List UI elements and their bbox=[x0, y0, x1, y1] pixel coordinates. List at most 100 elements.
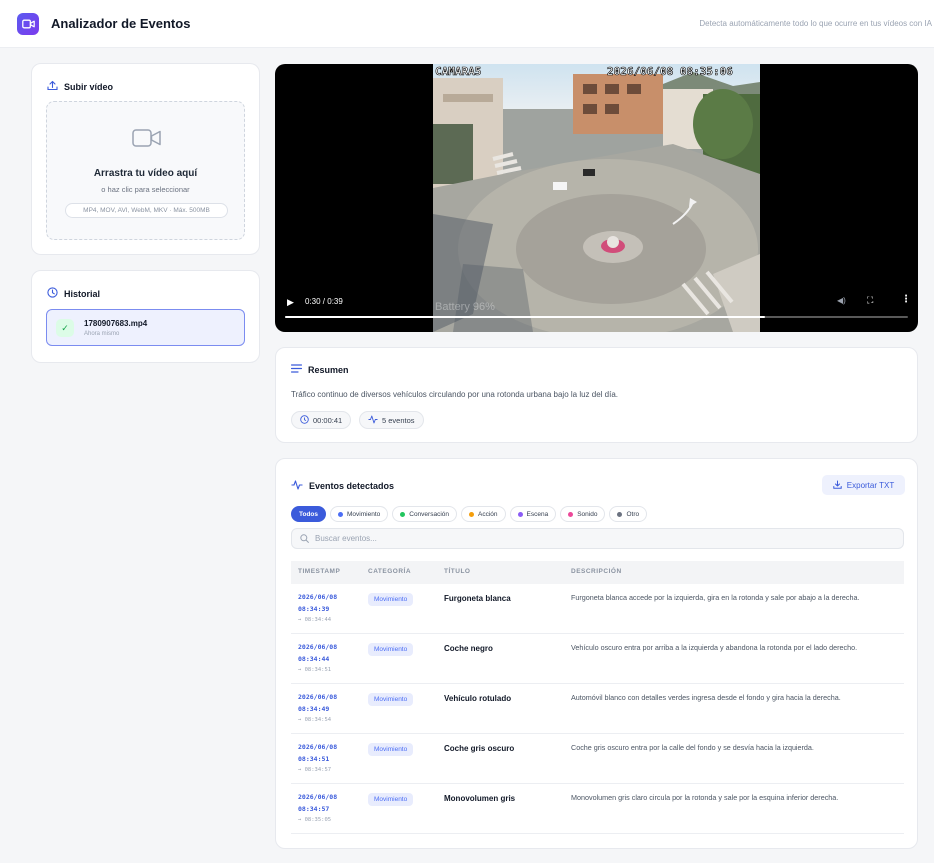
volume-icon[interactable]: ◀) bbox=[837, 296, 846, 305]
category-badge: Movimiento bbox=[368, 743, 414, 756]
table-header: TIMESTAMP CATEGORÍA TÍTULO DESCRIPCIÓN bbox=[291, 561, 904, 584]
event-date: 2026/06/08 bbox=[298, 793, 338, 801]
filter-chip[interactable]: Acción bbox=[461, 506, 506, 522]
col-description: DESCRIPCIÓN bbox=[571, 568, 622, 575]
category-badge: Movimiento bbox=[368, 793, 414, 806]
col-title: TÍTULO bbox=[444, 568, 471, 575]
filter-chip[interactable]: Conversación bbox=[392, 506, 457, 522]
video-dropzone[interactable]: Arrastra tu vídeo aquí o haz clic para s… bbox=[46, 101, 245, 240]
duration-value: 00:00:41 bbox=[313, 415, 343, 425]
history-item-time: Ahora mismo bbox=[84, 331, 120, 337]
category-dot-icon bbox=[568, 511, 574, 517]
check-icon: ✓ bbox=[56, 319, 74, 337]
event-title: Coche negro bbox=[444, 644, 493, 653]
export-label: Exportar TXT bbox=[846, 480, 895, 490]
event-title: Monovolumen gris bbox=[444, 794, 516, 803]
event-description: Vehículo oscuro entra por arriba a la iz… bbox=[571, 643, 858, 652]
table-row[interactable]: 2026/06/08 08:34:49 → 08:34:54 Movimiento Ve… bbox=[291, 684, 904, 734]
events-count-value: 5 eventos bbox=[382, 415, 415, 425]
table-row[interactable]: 2026/06/08 08:34:39 → 08:34:44 Movimiento Fu… bbox=[291, 584, 904, 634]
video-time: 0:30 / 0:39 bbox=[305, 297, 343, 306]
upload-card-title: Subir vídeo bbox=[47, 80, 113, 93]
table-row[interactable]: 2026/06/08 08:34:51 → 08:34:57 Movimiento Co… bbox=[291, 734, 904, 784]
history-card: Historial ✓ 1780907683.mp4 Ahora mismo bbox=[31, 270, 260, 363]
video-player[interactable]: CAMARA5 2026/06/08 08:35:06 Battery 96% … bbox=[275, 64, 918, 332]
event-end-time: → 08:35:05 bbox=[298, 817, 332, 823]
camera-battery-overlay: Battery 96% bbox=[435, 301, 495, 313]
download-icon bbox=[833, 480, 842, 491]
event-title: Coche gris oscuro bbox=[444, 744, 515, 753]
text-lines-icon bbox=[290, 364, 303, 375]
filter-chip[interactable]: Escena bbox=[509, 506, 557, 522]
event-date: 2026/06/08 bbox=[298, 693, 338, 701]
col-timestamp: TIMESTAMP bbox=[298, 568, 341, 575]
app-title: Analizador de Eventos bbox=[51, 16, 191, 31]
video-camera-icon bbox=[132, 128, 162, 153]
filter-chip[interactable]: Todos bbox=[291, 506, 327, 522]
video-progress-bar[interactable] bbox=[285, 316, 908, 318]
category-filters: Todos Movimiento Conversación Acción Escena S… bbox=[291, 506, 648, 522]
search-input[interactable] bbox=[315, 534, 875, 543]
filter-chip[interactable]: Sonido bbox=[560, 506, 606, 522]
dropzone-subtitle: o haz clic para seleccionar bbox=[101, 185, 190, 194]
activity-icon bbox=[291, 480, 303, 492]
event-date: 2026/06/08 bbox=[298, 643, 338, 651]
events-title: Eventos detectados bbox=[309, 481, 395, 491]
export-txt-button[interactable]: Exportar TXT bbox=[822, 475, 905, 495]
category-badge: Movimiento bbox=[368, 693, 414, 706]
event-end-time: → 08:34:51 bbox=[298, 667, 332, 673]
app-logo-video-icon bbox=[17, 13, 39, 35]
filter-label: Movimiento bbox=[347, 510, 381, 518]
activity-icon bbox=[368, 415, 378, 426]
upload-card: Subir vídeo Arrastra tu vídeo aquí o haz… bbox=[31, 63, 260, 255]
table-row[interactable]: 2026/06/08 08:34:57 → 08:35:05 Movimiento Mo… bbox=[291, 784, 904, 834]
top-bar: Analizador de Eventos Detecta automática… bbox=[0, 0, 934, 48]
filter-label: Escena bbox=[526, 510, 549, 518]
event-date: 2026/06/08 bbox=[298, 743, 338, 751]
summary-card: Resumen Tráfico continuo de diversos veh… bbox=[275, 347, 918, 443]
event-timestamp: 2026/06/08 08:34:51 bbox=[298, 741, 337, 765]
table-row[interactable]: 2026/06/08 08:34:44 → 08:34:51 Movimiento Co… bbox=[291, 634, 904, 684]
event-date: 2026/06/08 bbox=[298, 593, 338, 601]
clock-icon bbox=[47, 287, 58, 300]
history-item[interactable]: ✓ 1780907683.mp4 Ahora mismo bbox=[46, 309, 245, 346]
filter-label: Otro bbox=[626, 510, 640, 518]
event-start-time: 08:34:44 bbox=[298, 655, 330, 663]
event-start-time: 08:34:57 bbox=[298, 805, 330, 813]
search-bar[interactable] bbox=[291, 528, 904, 549]
event-end-time: → 08:34:57 bbox=[298, 767, 332, 773]
filter-chip[interactable]: Otro bbox=[609, 506, 648, 522]
category-dot-icon bbox=[517, 511, 523, 517]
event-timestamp: 2026/06/08 08:34:44 bbox=[298, 641, 337, 665]
filter-chip[interactable]: Movimiento bbox=[330, 506, 389, 522]
upload-title: Subir vídeo bbox=[64, 81, 114, 92]
filter-label: Acción bbox=[478, 510, 498, 518]
event-start-time: 08:34:39 bbox=[298, 605, 330, 613]
history-item-filename: 1780907683.mp4 bbox=[84, 319, 148, 328]
summary-title: Resumen bbox=[308, 364, 349, 375]
filter-label: Conversación bbox=[409, 510, 449, 518]
video-progress-fill bbox=[285, 316, 765, 318]
event-description: Furgoneta blanca accede por la izquierda… bbox=[571, 593, 860, 602]
play-icon[interactable]: ▶ bbox=[287, 297, 294, 308]
history-card-title: Historial bbox=[47, 287, 100, 300]
event-title: Vehículo rotulado bbox=[444, 694, 512, 703]
event-timestamp: 2026/06/08 08:34:57 bbox=[298, 791, 337, 815]
category-badge: Movimiento bbox=[368, 643, 414, 656]
event-start-time: 08:34:49 bbox=[298, 705, 330, 713]
events-card-title: Eventos detectados bbox=[291, 480, 394, 492]
event-end-time: → 08:34:54 bbox=[298, 717, 332, 723]
more-options-icon[interactable]: ⋮ bbox=[901, 294, 911, 305]
category-dot-icon bbox=[338, 511, 344, 517]
event-timestamp: 2026/06/08 08:34:39 bbox=[298, 591, 337, 615]
fullscreen-icon[interactable]: ⛶ bbox=[867, 295, 873, 306]
events-card: Eventos detectados Exportar TXT Todos Mov… bbox=[275, 458, 918, 849]
category-dot-icon bbox=[400, 511, 406, 517]
video-frame-roundabout bbox=[433, 64, 760, 332]
event-description: Automóvil blanco con detalles verdes ing… bbox=[571, 693, 841, 702]
dropzone-title: Arrastra tu vídeo aquí bbox=[93, 168, 198, 179]
col-category: CATEGORÍA bbox=[368, 568, 412, 575]
events-count-chip: 5 eventos bbox=[359, 411, 424, 429]
category-badge: Movimiento bbox=[368, 593, 414, 606]
filter-label: Sonido bbox=[577, 510, 598, 518]
